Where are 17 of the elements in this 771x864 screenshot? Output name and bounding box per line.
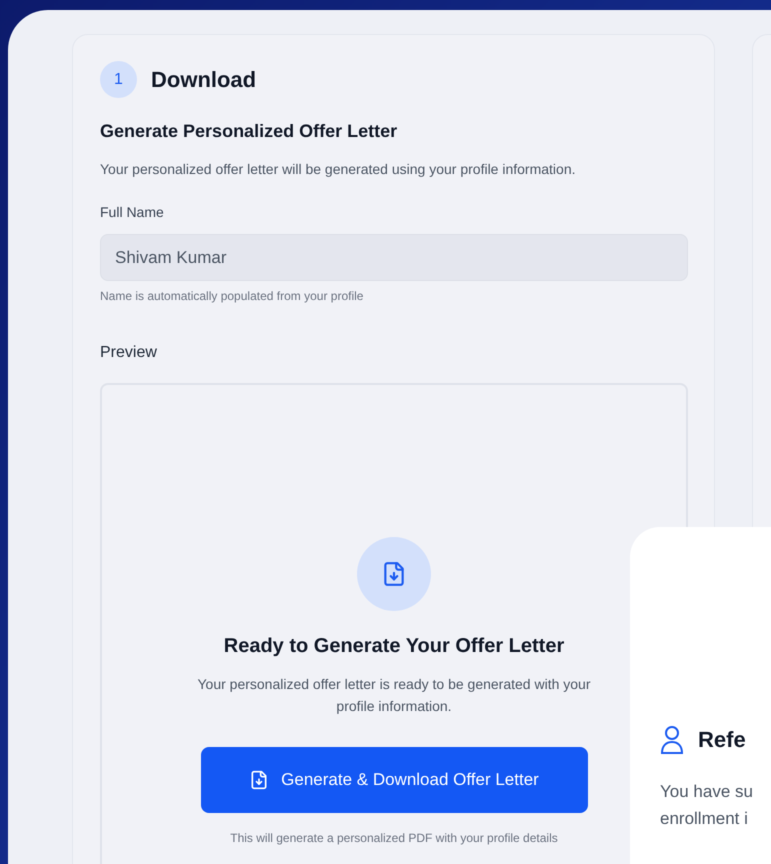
button-note: This will generate a personalized PDF with your profile details: [230, 830, 558, 847]
full-name-field[interactable]: Shivam Kumar: [100, 234, 688, 281]
file-download-icon: [249, 770, 270, 790]
section-description: Your personalized offer letter will be generated using your profile information.: [100, 160, 577, 179]
section-heading: Generate Personalized Offer Letter: [100, 120, 398, 143]
field-hint: Name is automatically populated from your profile: [100, 288, 364, 305]
step-title: Download: [151, 66, 256, 94]
user-icon: [660, 724, 684, 754]
overlay-text-line: You have su: [660, 781, 754, 803]
preview-label: Preview: [100, 343, 158, 363]
field-label: Full Name: [100, 203, 165, 222]
overlay-text-line: enrollment i: [660, 808, 749, 830]
generate-download-button[interactable]: Generate & Download Offer Letter: [200, 747, 588, 813]
overlay-title: Refe: [698, 726, 746, 754]
preview-title: Ready to Generate Your Offer Letter: [224, 634, 564, 659]
preview-text: Your personalized offer letter is ready to be generated with your profile information.: [196, 675, 592, 716]
step-number: 1: [100, 61, 137, 98]
